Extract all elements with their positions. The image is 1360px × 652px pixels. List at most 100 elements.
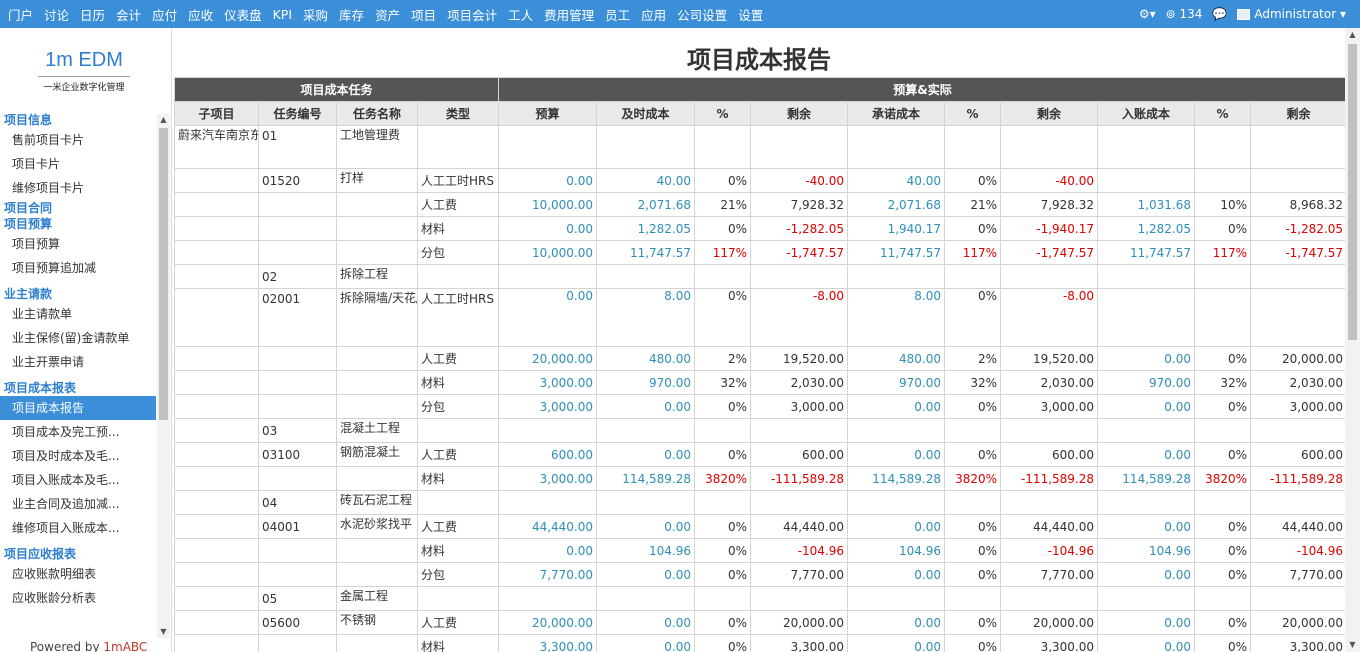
scrollbar-thumb[interactable] xyxy=(1348,44,1357,340)
scroll-down-arrow-icon[interactable]: ▼ xyxy=(157,626,170,638)
sidebar-item[interactable]: 业主开票申请 xyxy=(0,350,156,374)
menu-item[interactable]: 采购 xyxy=(303,5,328,24)
column-header[interactable]: 入账成本 xyxy=(1097,101,1196,126)
sidebar-item[interactable]: 项目成本报告 xyxy=(0,396,156,420)
settings-gear-icon[interactable]: ⚙▾ xyxy=(1139,7,1156,21)
column-header[interactable]: 任务名称 xyxy=(336,101,418,126)
table-cell xyxy=(174,192,259,217)
table-cell xyxy=(336,192,418,217)
sidebar-item[interactable]: 项目预算 xyxy=(0,232,156,256)
column-header[interactable]: 剩余 xyxy=(1000,101,1099,126)
sidebar-section-title[interactable]: 项目信息 xyxy=(0,112,156,128)
table-cell: 44,440.00 xyxy=(1000,514,1099,539)
sidebar-section-title[interactable]: 项目成本报表 xyxy=(0,380,156,396)
menu-item[interactable]: 讨论 xyxy=(44,5,69,24)
scroll-down-arrow-icon[interactable]: ▼ xyxy=(1345,638,1360,652)
table-cell: 0% xyxy=(944,634,1002,652)
table-cell: 3,300.00 xyxy=(1000,634,1099,652)
table-cell: 0.00 xyxy=(596,514,696,539)
menu-item[interactable]: 应收 xyxy=(188,5,213,24)
menu-item[interactable]: 项目 xyxy=(411,5,436,24)
table-cell xyxy=(336,562,418,587)
table-cell xyxy=(750,490,849,515)
menu-item[interactable]: 资产 xyxy=(375,5,400,24)
column-header-row: 子项目 任务编号 任务名称 类型 预算 及时成本% 剩余 承诺成本% 剩余 入账成本% 剩余 xyxy=(174,101,1345,126)
sidebar-section-title[interactable]: 项目预算 xyxy=(0,216,156,232)
table-cell: 分包 xyxy=(416,562,500,587)
page-scrollbar[interactable]: ▲ ▼ xyxy=(1345,28,1360,652)
sidebar-item[interactable]: 售前项目卡片 xyxy=(0,128,156,152)
powered-by-link[interactable]: 1mABC xyxy=(103,640,147,652)
sidebar-item[interactable]: 业主保修(留)金请款单 xyxy=(0,326,156,350)
sidebar-item[interactable]: 项目预算追加减 xyxy=(0,256,156,280)
column-header[interactable]: 及时成本 xyxy=(596,101,696,126)
page-title: 项目成本报告 xyxy=(687,46,831,74)
sidebar-item[interactable]: 应收账龄分析表 xyxy=(0,586,156,610)
table-cell: 3,000.00 xyxy=(1000,394,1099,419)
column-header[interactable]: 类型 xyxy=(416,101,500,126)
menu-item[interactable]: 费用管理 xyxy=(544,5,594,24)
table-cell: 0.00 xyxy=(1097,634,1196,652)
menu-item[interactable]: KPI xyxy=(273,7,292,22)
column-header[interactable]: 剩余 xyxy=(750,101,849,126)
scrollbar-thumb[interactable] xyxy=(159,128,168,420)
table-cell xyxy=(416,586,500,611)
table-cell: 0% xyxy=(1194,442,1252,467)
sidebar-section-title[interactable]: 项目应收报表 xyxy=(0,546,156,562)
table-cell: 人工费 xyxy=(416,346,500,371)
table-cell: -111,589.28 xyxy=(1250,466,1345,491)
menu-item[interactable]: 会计 xyxy=(116,5,141,24)
sidebar-item[interactable]: 项目成本及完工预... xyxy=(0,420,156,444)
column-header[interactable]: 预算 xyxy=(498,101,598,126)
menu-item[interactable]: 工人 xyxy=(508,5,533,24)
scroll-up-arrow-icon[interactable]: ▲ xyxy=(1345,28,1360,42)
menu-item[interactable]: 日历 xyxy=(80,5,105,24)
table-cell xyxy=(258,634,337,652)
sidebar-item[interactable]: 业主请款单 xyxy=(0,302,156,326)
menu-item[interactable]: 门户 xyxy=(8,5,33,24)
column-header[interactable]: % xyxy=(1194,101,1252,126)
sidebar-section-title[interactable]: 项目合同 xyxy=(0,200,156,216)
sidebar-scrollbar[interactable]: ▲ ▼ xyxy=(157,114,170,638)
table-row: 04 砖瓦石泥工程 xyxy=(174,490,1345,515)
sidebar-item[interactable]: 项目卡片 xyxy=(0,152,156,176)
menu-item[interactable]: 项目会计 xyxy=(447,5,497,24)
menu-item[interactable]: 仪表盘 xyxy=(224,5,262,24)
menu-item[interactable]: 应付 xyxy=(152,5,177,24)
sidebar-item[interactable]: 业主合同及追加减... xyxy=(0,492,156,516)
table-cell: 32% xyxy=(1194,370,1252,395)
column-header[interactable]: % xyxy=(944,101,1002,126)
scroll-up-arrow-icon[interactable]: ▲ xyxy=(157,114,170,126)
table-cell: 7,770.00 xyxy=(750,562,849,587)
sidebar-item[interactable]: 维修项目卡片 xyxy=(0,176,156,200)
menu-item[interactable]: 库存 xyxy=(339,5,364,24)
column-header[interactable]: 任务编号 xyxy=(258,101,337,126)
column-header[interactable]: 子项目 xyxy=(174,101,259,126)
column-header[interactable]: % xyxy=(694,101,752,126)
menu-item[interactable]: 员工 xyxy=(605,5,630,24)
table-cell: -1,282.05 xyxy=(1250,216,1345,241)
user-menu[interactable]: Administrator ▾ xyxy=(1237,7,1346,21)
table-cell xyxy=(498,490,598,515)
table-cell: 7,770.00 xyxy=(1250,562,1345,587)
table-cell xyxy=(1000,264,1099,289)
sidebar-section-title[interactable]: 业主请款 xyxy=(0,286,156,302)
sidebar-item[interactable]: 项目及时成本及毛... xyxy=(0,444,156,468)
menu-item[interactable]: 应用 xyxy=(641,5,666,24)
menu-item[interactable]: 设置 xyxy=(738,5,763,24)
sidebar-item[interactable]: 项目入账成本及毛... xyxy=(0,468,156,492)
column-header[interactable]: 承诺成本 xyxy=(847,101,946,126)
column-header[interactable]: 剩余 xyxy=(1250,101,1345,126)
table-cell: -1,747.57 xyxy=(1250,240,1345,265)
logo-title: 1m EDM xyxy=(45,49,123,71)
sidebar-item[interactable]: 应收账款明细表 xyxy=(0,562,156,586)
table-row: 04001 水泥砂浆找平 人工费 44,440.00 0.00 0% 44,440.00 0.… xyxy=(174,514,1345,539)
table-cell: -8.00 xyxy=(750,288,849,347)
menu-item[interactable]: 公司设置 xyxy=(677,5,727,24)
logo[interactable]: 1m EDM 一米企业数字化管理 xyxy=(38,48,130,93)
table-cell: 0% xyxy=(694,442,752,467)
sidebar-item[interactable]: 维修项目入账成本... xyxy=(0,516,156,540)
group-header-budget-actual: 预算&实际 xyxy=(498,77,1345,102)
notifications-badge[interactable]: ⊚ 134 xyxy=(1166,7,1203,21)
chat-icon[interactable]: 💬 xyxy=(1212,7,1227,21)
